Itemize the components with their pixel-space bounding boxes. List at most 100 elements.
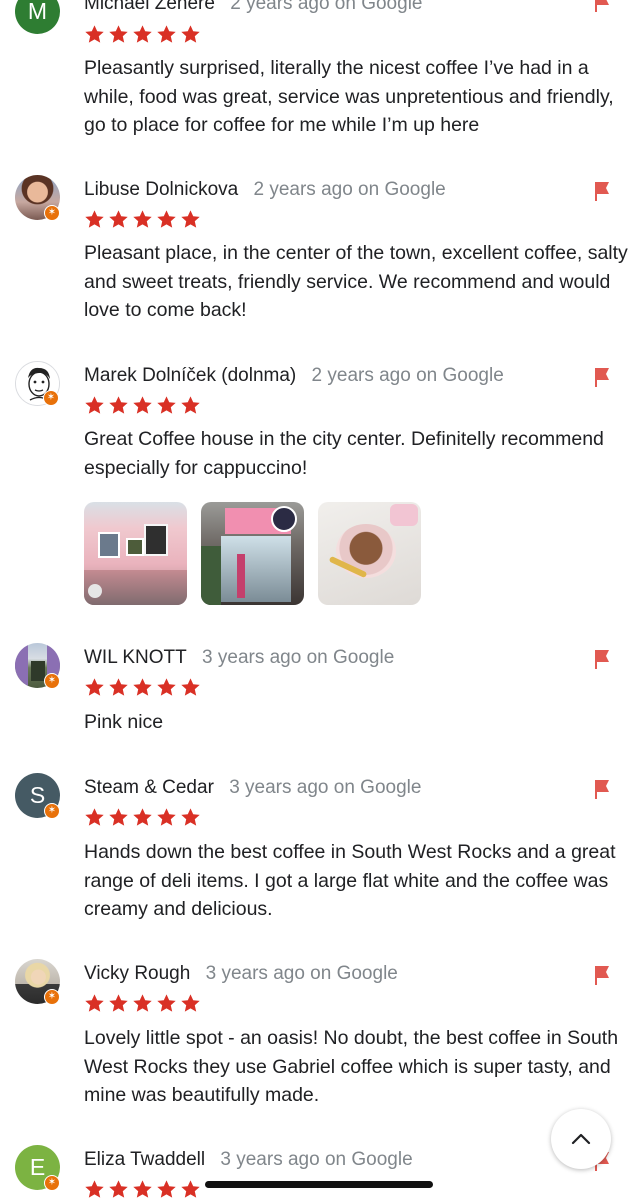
- photo-detail: [336, 524, 396, 578]
- photo-detail: [88, 584, 102, 598]
- star-icon: [109, 25, 128, 43]
- avatar[interactable]: M: [15, 0, 60, 34]
- photo-detail: [237, 554, 245, 598]
- star-icon: [181, 1180, 200, 1198]
- flag-icon[interactable]: [592, 778, 614, 800]
- star-icon: [181, 808, 200, 826]
- star-icon: [157, 994, 176, 1012]
- photo-detail: [31, 661, 45, 681]
- reviewer-name[interactable]: Steam & Cedar: [84, 777, 214, 798]
- avatar-initial: M: [27, 0, 48, 24]
- local-guide-badge-icon: ✶: [43, 390, 59, 406]
- avatar[interactable]: ✶: [15, 959, 60, 1005]
- reviewer-name[interactable]: Vicky Rough: [84, 963, 190, 984]
- review-date: 3 years ago on Google: [205, 963, 398, 984]
- review-header: Marek Dolníček (dolnma) 2 years ago on G…: [84, 364, 504, 388]
- rating-stars: [84, 677, 201, 699]
- local-guide-badge-icon: ✶: [44, 989, 60, 1005]
- local-guide-badge-icon: ✶: [44, 205, 60, 221]
- star-icon: [85, 678, 104, 696]
- star-icon: [109, 994, 128, 1012]
- flag-icon[interactable]: [592, 0, 614, 13]
- rating-stars: [84, 1179, 201, 1200]
- local-guide-badge-icon: ✶: [44, 803, 60, 819]
- review-header: Vicky Rough 3 years ago on Google: [84, 962, 398, 986]
- scroll-to-top-button[interactable]: [551, 1109, 611, 1169]
- flag-icon[interactable]: [592, 648, 614, 670]
- review-date: 3 years ago on Google: [202, 647, 395, 668]
- star-icon: [157, 25, 176, 43]
- star-icon: [157, 396, 176, 414]
- star-icon: [133, 210, 152, 228]
- reviewer-name[interactable]: WIL KNOTT: [84, 647, 187, 668]
- star-icon: [109, 808, 128, 826]
- review-photo[interactable]: [201, 502, 304, 605]
- avatar[interactable]: ✶: [15, 643, 60, 689]
- star-icon: [157, 808, 176, 826]
- avatar[interactable]: ✶: [15, 175, 60, 221]
- star-icon: [85, 994, 104, 1012]
- star-icon: [157, 210, 176, 228]
- flag-icon[interactable]: [592, 964, 614, 986]
- star-icon: [133, 678, 152, 696]
- photo-detail: [15, 643, 28, 688]
- star-icon: [109, 210, 128, 228]
- avatar[interactable]: S ✶: [15, 773, 60, 819]
- review-date: 3 years ago on Google: [229, 777, 422, 798]
- star-icon: [85, 808, 104, 826]
- star-icon: [133, 396, 152, 414]
- star-icon: [181, 994, 200, 1012]
- local-guide-badge-icon: ✶: [44, 673, 60, 689]
- star-icon: [109, 678, 128, 696]
- star-icon: [85, 210, 104, 228]
- rating-stars: [84, 993, 201, 1015]
- review-date: 3 years ago on Google: [220, 1149, 413, 1170]
- rating-stars: [84, 395, 201, 417]
- star-icon: [85, 25, 104, 43]
- review-photos: [84, 502, 421, 605]
- avatar-initial: E: [29, 1154, 46, 1180]
- review-date: 2 years ago on Google: [230, 0, 423, 14]
- review-header: Steam & Cedar 3 years ago on Google: [84, 776, 421, 800]
- star-icon: [133, 25, 152, 43]
- review-header: Libuse Dolnickova 2 years ago on Google: [84, 178, 446, 202]
- flag-icon[interactable]: [592, 366, 614, 388]
- review-text: Pleasant place, in the center of the tow…: [84, 242, 628, 321]
- review-date: 2 years ago on Google: [311, 365, 504, 386]
- star-icon: [181, 678, 200, 696]
- reviewer-name[interactable]: Marek Dolníček (dolnma): [84, 365, 296, 386]
- photo-detail: [221, 536, 291, 602]
- review-photo[interactable]: [84, 502, 187, 605]
- avatar[interactable]: ✶: [15, 361, 60, 406]
- star-icon: [181, 25, 200, 43]
- photo-detail: [271, 506, 297, 532]
- photo-detail: [144, 524, 168, 556]
- star-icon: [181, 210, 200, 228]
- reviewer-name[interactable]: Michael Zehere: [84, 0, 215, 14]
- review-text: Pleasantly surprised, literally the nice…: [84, 57, 614, 136]
- flag-icon[interactable]: [592, 180, 614, 202]
- rating-stars: [84, 807, 201, 829]
- review-text: Hands down the best coffee in South West…: [84, 841, 616, 920]
- reviewer-name[interactable]: Libuse Dolnickova: [84, 179, 238, 200]
- photo-detail: [201, 546, 221, 605]
- avatar[interactable]: E ✶: [15, 1145, 60, 1191]
- photo-detail: [390, 504, 418, 526]
- photo-detail: [126, 538, 144, 556]
- chevron-up-icon: [571, 1133, 591, 1145]
- star-icon: [85, 396, 104, 414]
- review-date: 2 years ago on Google: [253, 179, 446, 200]
- star-icon: [133, 808, 152, 826]
- review-header: Eliza Twaddell 3 years ago on Google: [84, 1148, 413, 1172]
- star-icon: [109, 396, 128, 414]
- star-icon: [109, 1180, 128, 1198]
- star-icon: [157, 678, 176, 696]
- review-photo[interactable]: [318, 502, 421, 605]
- home-indicator[interactable]: [205, 1181, 433, 1188]
- reviewer-name[interactable]: Eliza Twaddell: [84, 1149, 205, 1170]
- star-icon: [133, 994, 152, 1012]
- local-guide-badge-icon: ✶: [44, 1175, 60, 1191]
- avatar-initial: S: [29, 782, 46, 808]
- rating-stars: [84, 24, 201, 46]
- star-icon: [181, 396, 200, 414]
